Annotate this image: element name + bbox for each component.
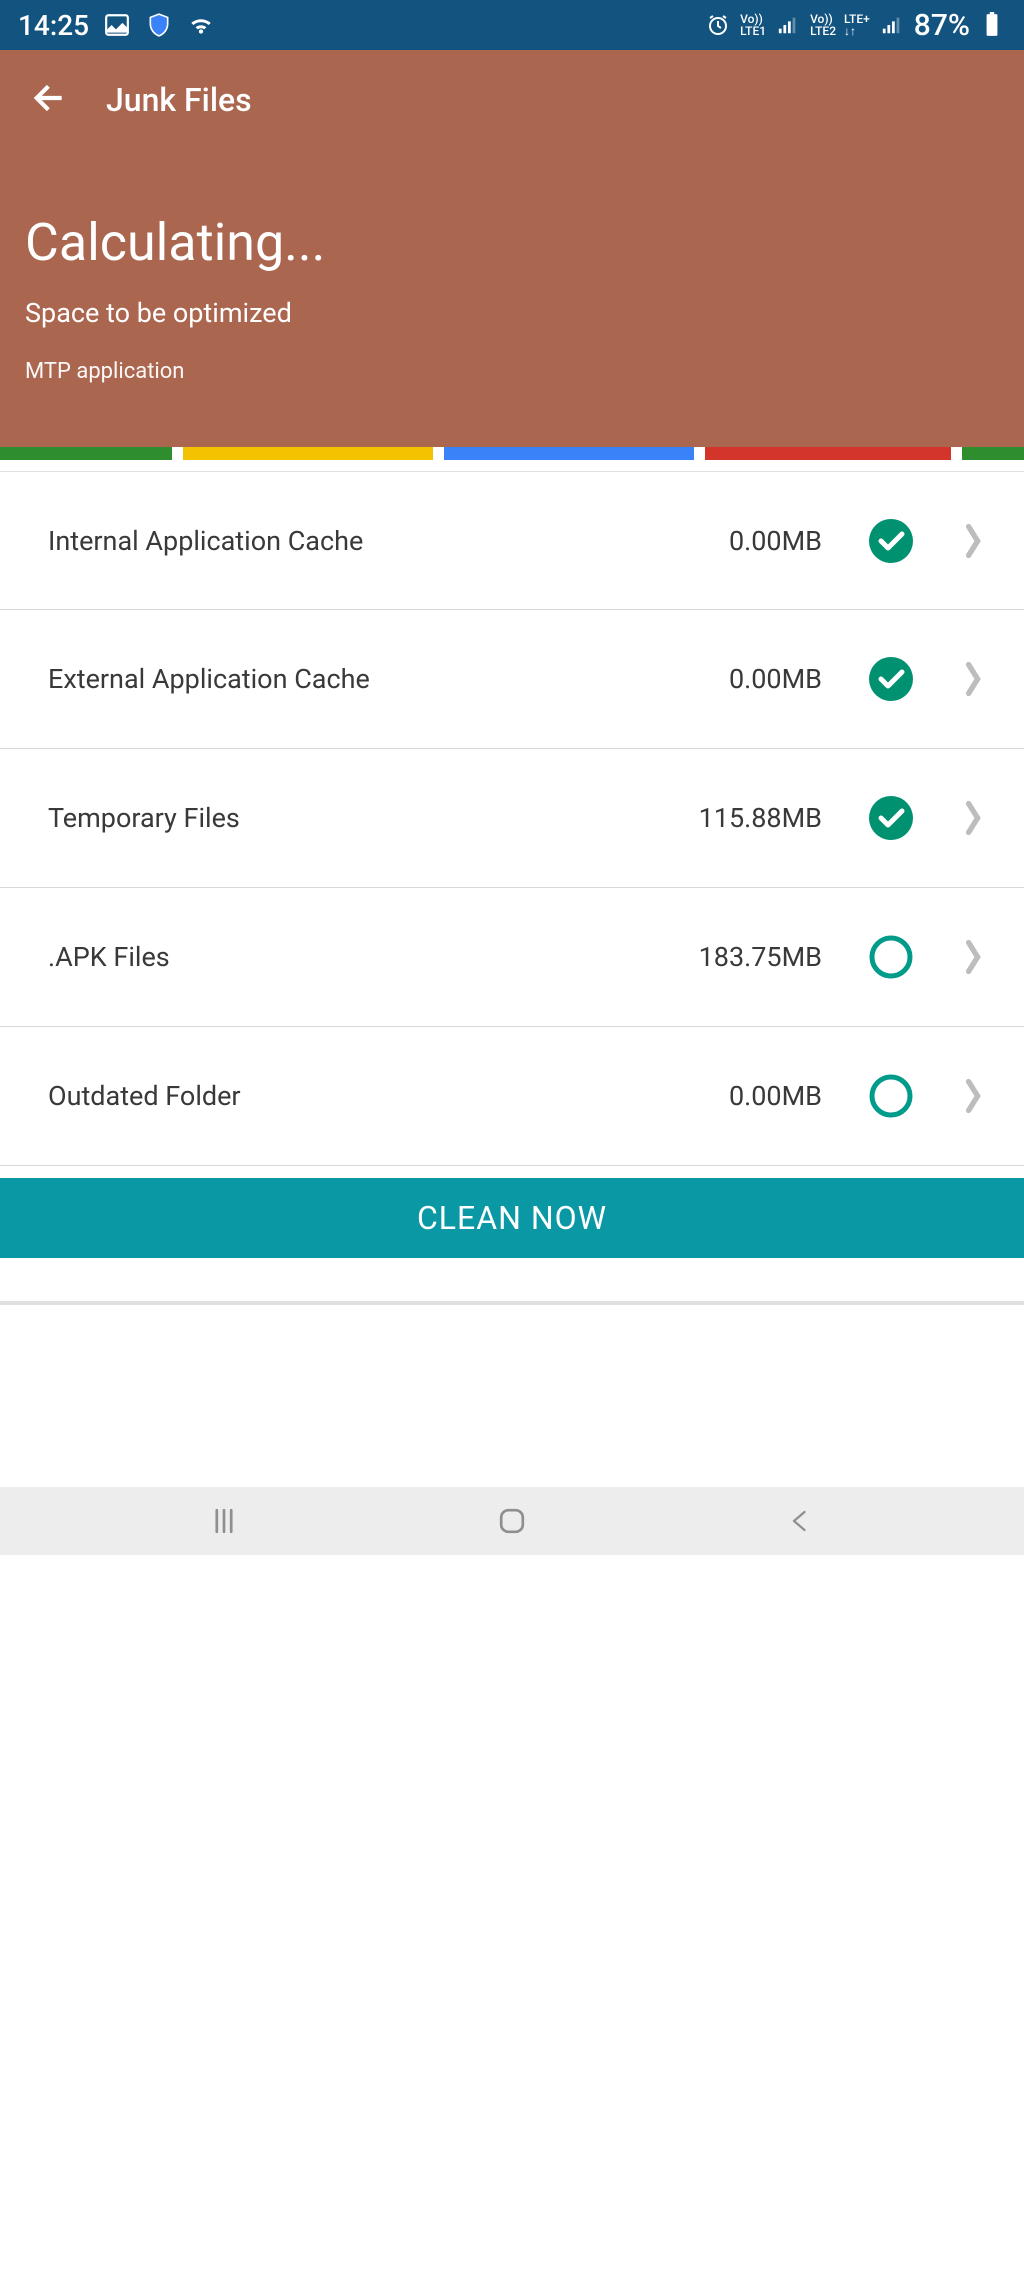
list-item[interactable]: External Application Cache 0.00MB	[0, 610, 1024, 749]
back-button[interactable]	[30, 78, 70, 122]
signal2-icon	[878, 11, 906, 39]
checkbox-unchecked-icon[interactable]	[868, 1073, 914, 1119]
list-item[interactable]: Internal Application Cache 0.00MB	[0, 471, 1024, 610]
battery-percent: 87%	[914, 8, 970, 43]
chevron-right-icon[interactable]	[960, 656, 988, 702]
category-size: 0.00MB	[729, 525, 822, 557]
list-item[interactable]: Outdated Folder 0.00MB	[0, 1027, 1024, 1166]
shield-icon	[145, 11, 173, 39]
alarm-icon	[704, 11, 732, 39]
lte-plus: LTE+↓↑	[844, 13, 870, 37]
category-label: External Application Cache	[48, 663, 729, 695]
category-size: 115.88MB	[699, 802, 822, 834]
home-button[interactable]	[482, 1499, 542, 1543]
list-item[interactable]: .APK Files 183.75MB	[0, 888, 1024, 1027]
category-label: Outdated Folder	[48, 1080, 729, 1112]
list-item[interactable]: Temporary Files 115.88MB	[0, 749, 1024, 888]
status-heading: Calculating...	[25, 212, 999, 273]
clean-now-button[interactable]: CLEAN NOW	[0, 1178, 1024, 1258]
status-time: 14:25	[18, 9, 89, 42]
recents-button[interactable]	[194, 1499, 254, 1543]
category-label: Temporary Files	[48, 802, 699, 834]
header: Junk Files Calculating... Space to be op…	[0, 50, 1024, 447]
page-title: Junk Files	[106, 81, 252, 119]
wifi-icon	[187, 11, 215, 39]
battery-icon	[978, 11, 1006, 39]
checkbox-checked-icon[interactable]	[868, 795, 914, 841]
gallery-icon	[103, 11, 131, 39]
clean-now-label: CLEAN NOW	[417, 1199, 607, 1237]
system-nav-bar	[0, 1487, 1024, 1555]
category-label: .APK Files	[48, 941, 699, 973]
back-nav-button[interactable]	[770, 1499, 830, 1543]
status-bar: 14:25 Vo))LTE1 Vo))LTE2 LTE+↓↑ 87%	[0, 0, 1024, 50]
category-label: Internal Application Cache	[48, 525, 729, 557]
chevron-right-icon[interactable]	[960, 1073, 988, 1119]
signal1-icon	[774, 11, 802, 39]
checkbox-unchecked-icon[interactable]	[868, 934, 914, 980]
checkbox-checked-icon[interactable]	[868, 518, 914, 564]
chevron-right-icon[interactable]	[960, 795, 988, 841]
lte1-indicator: Vo))LTE1	[740, 13, 766, 37]
category-size: 0.00MB	[729, 1080, 822, 1112]
chevron-right-icon[interactable]	[960, 934, 988, 980]
lte2-indicator: Vo))LTE2	[810, 13, 836, 37]
chevron-right-icon[interactable]	[960, 518, 988, 564]
scanning-app-label: MTP application	[25, 359, 999, 384]
progress-strip	[0, 447, 1024, 460]
category-size: 183.75MB	[699, 941, 822, 973]
checkbox-checked-icon[interactable]	[868, 656, 914, 702]
status-subtitle: Space to be optimized	[25, 297, 999, 329]
category-size: 0.00MB	[729, 663, 822, 695]
